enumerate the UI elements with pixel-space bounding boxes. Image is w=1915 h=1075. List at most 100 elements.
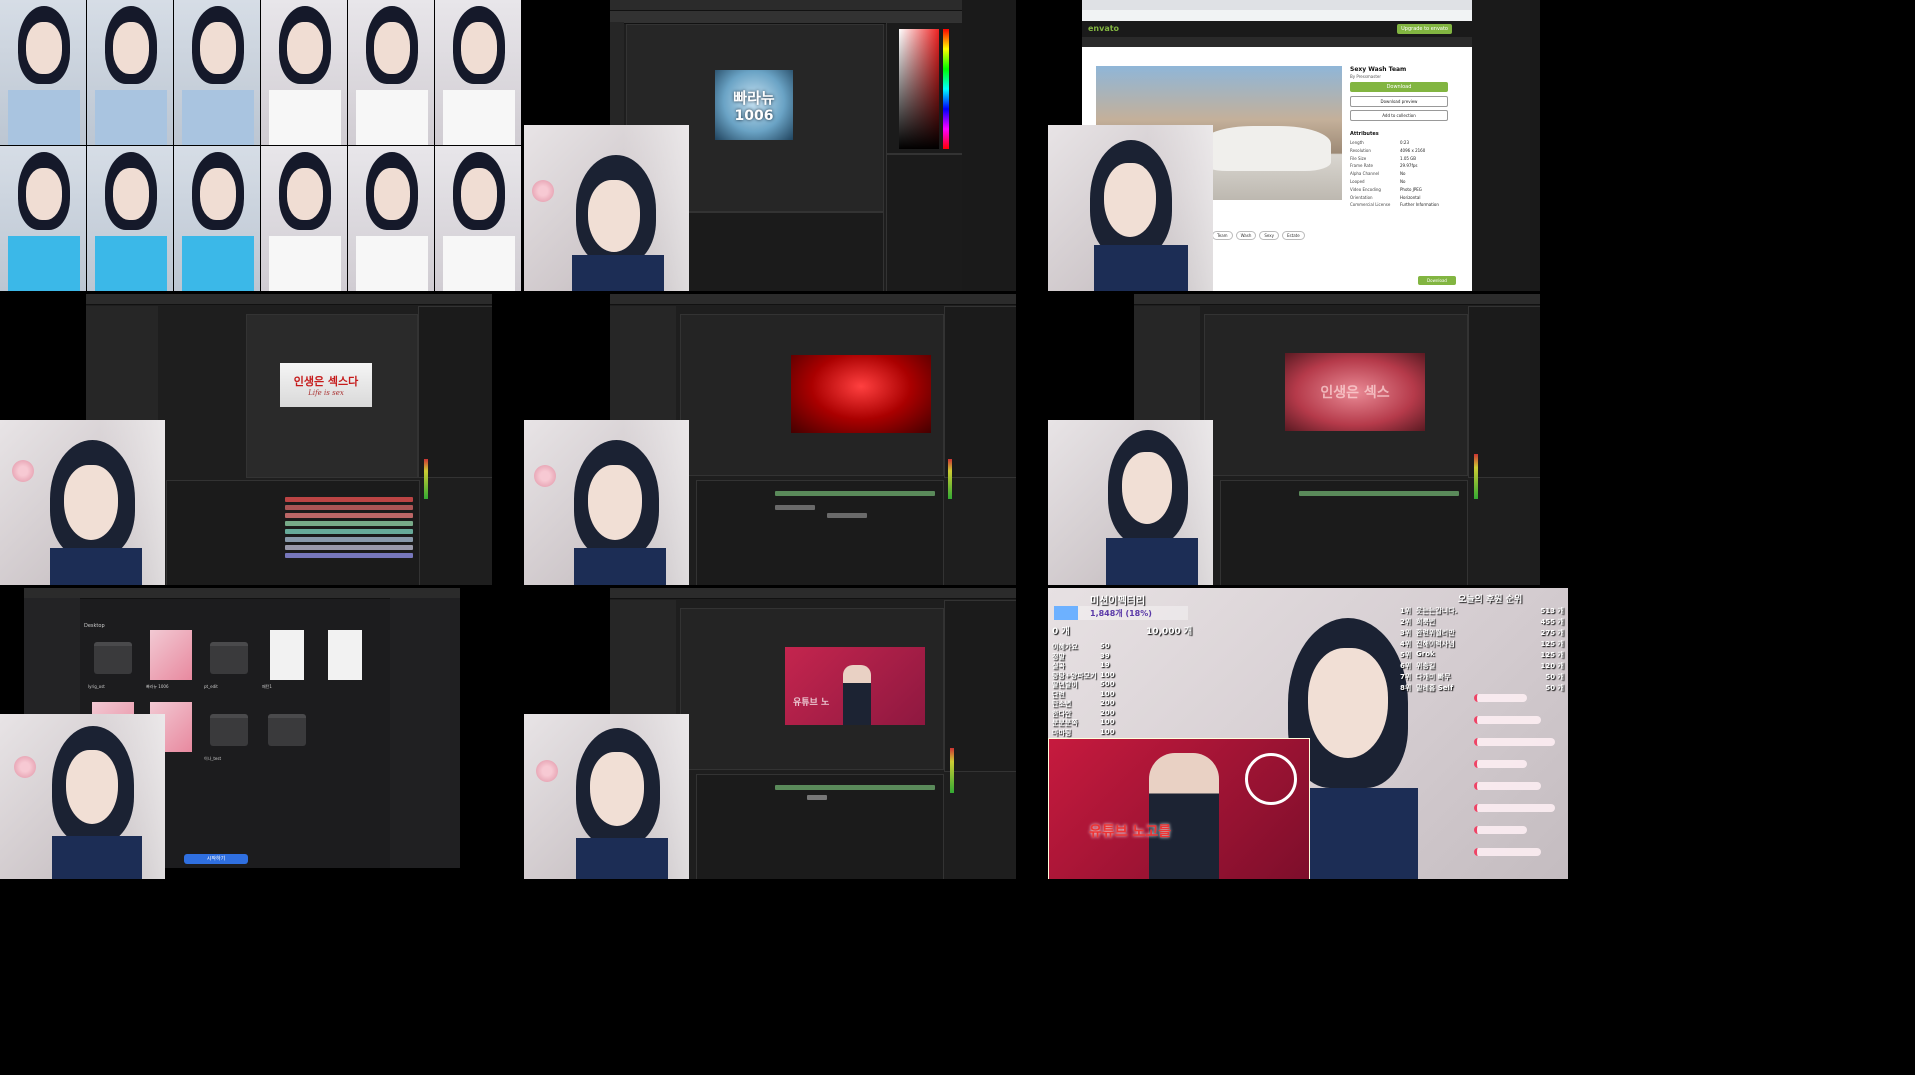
webcam-feed [0, 714, 165, 879]
chat-column [1474, 694, 1566, 874]
thumbnail-tile[interactable] [87, 146, 173, 291]
attribute-key: Commercial License [1350, 202, 1391, 208]
news-caption: 유튜브 노고를 [1089, 824, 1172, 840]
file-item[interactable]: lyrig_ost [86, 628, 140, 698]
info-panel[interactable] [390, 598, 460, 868]
bottom-download-button[interactable]: Download [1418, 276, 1456, 285]
comp-frame [791, 355, 931, 433]
browser-cell: envato Upgrade to envato Sexy Wash Team … [1048, 0, 1540, 291]
properties-panel[interactable] [418, 306, 492, 478]
thumbnail-tile[interactable] [87, 0, 173, 145]
mission-name: 마마팅 [1052, 728, 1072, 737]
tag-chip[interactable]: Team [1212, 231, 1233, 240]
right-panels [962, 0, 1016, 291]
envato-logo[interactable]: envato [1088, 24, 1119, 33]
hue-slider[interactable] [943, 29, 949, 149]
item-author[interactable]: By Pressmaster [1350, 74, 1381, 79]
menu-bar[interactable] [610, 588, 1016, 599]
timeline-panel[interactable] [166, 480, 420, 585]
add-to-collection-button[interactable]: Add to collection [1350, 110, 1448, 121]
upgrade-button[interactable]: Upgrade to envato [1397, 24, 1452, 34]
search-bar[interactable] [1082, 37, 1472, 47]
rank-row: 4위 진해이력사님 125 개 [1400, 639, 1566, 649]
thumbnail-tile[interactable] [0, 146, 86, 291]
color-field[interactable] [899, 29, 939, 149]
color-picker-panel[interactable] [886, 22, 962, 154]
file-item[interactable]: pt_edit [202, 628, 256, 698]
mission-header: 미션이펙터리 [1090, 596, 1146, 607]
rank-position: 4위 [1400, 640, 1412, 648]
comp-frame: 인생은 섹스 [1285, 353, 1425, 431]
composition-viewer[interactable]: 유튜브 노 [680, 608, 944, 770]
file-name: 빠라뉴 1006 [146, 684, 169, 689]
tag-chip[interactable]: Estate [1282, 231, 1305, 240]
thumbnail-tile[interactable] [348, 0, 434, 145]
properties-panel[interactable] [944, 306, 1016, 478]
thumbnail-tile[interactable] [348, 146, 434, 291]
mission-name: 탄소변 [1052, 700, 1072, 708]
webcam-feed [1048, 125, 1213, 291]
download-preview-button[interactable]: Download preview [1350, 96, 1448, 107]
file-item[interactable]: 이나_test [202, 700, 256, 770]
comp-title-text: 인생은 섹스다 [293, 375, 359, 388]
rank-name: 밀레홈 Self [1416, 684, 1453, 692]
thumbnail-tile[interactable] [435, 0, 521, 145]
file-item[interactable] [260, 700, 314, 770]
rank-value: 50 개 [1545, 673, 1564, 681]
mission-row: 실곡 19 [1052, 661, 1148, 671]
menu-bar[interactable] [610, 294, 1016, 305]
mission-value: 100 [1100, 718, 1115, 726]
rank-position: 3위 [1400, 629, 1412, 637]
mission-name: 단련 [1052, 690, 1065, 699]
thumbnail-tile[interactable] [0, 0, 86, 145]
timeline-panel[interactable] [1220, 480, 1468, 585]
rank-row: 6위 위층길 120 개 [1400, 661, 1566, 671]
footer-button[interactable]: 시작하기 [184, 854, 248, 864]
menu-bar[interactable] [610, 0, 962, 11]
broadcast-logo [1245, 753, 1297, 805]
rank-row: 8위 밀레홈 Self 50 개 [1400, 683, 1566, 693]
timeline-panel[interactable] [696, 774, 944, 879]
rank-name: 위층길 [1416, 662, 1436, 670]
attribute-key: Video Encoding [1350, 186, 1381, 192]
tag-chip[interactable]: Sexy [1259, 231, 1280, 240]
attribute-row: Looped No [1350, 179, 1450, 184]
canvas-title-text: 빠라뉴 [733, 88, 775, 107]
path-bar[interactable]: Desktop [84, 612, 384, 629]
timeline-panel[interactable] [696, 480, 944, 585]
comp-title-text: 인생은 섹스 [1320, 385, 1390, 401]
file-item[interactable]: 빠라뉴 1006 [144, 628, 198, 698]
properties-panel[interactable] [944, 600, 1016, 772]
speaker-figure [1149, 753, 1219, 879]
tab-bar[interactable] [1082, 0, 1472, 10]
properties-panel[interactable] [1468, 306, 1540, 478]
attribute-key: Alpha Channel [1350, 171, 1380, 177]
menu-bar[interactable] [1134, 294, 1540, 305]
mission-row: 딸년탈이 500 [1052, 680, 1148, 690]
rank-name: 다개미 빠무 [1416, 673, 1451, 681]
composition-viewer[interactable]: 인생은 섹스다 Life is sex [246, 314, 418, 478]
thumbnail-tile[interactable] [261, 146, 347, 291]
thumbnail-tile[interactable] [174, 146, 260, 291]
audio-meter [424, 459, 428, 499]
file-name: 이나_test [204, 756, 222, 761]
mission-value: 200 [1100, 699, 1115, 707]
rank-value: 120 개 [1540, 662, 1565, 670]
after-effects-cell-1: 인생은 섹스다 Life is sex [0, 294, 492, 585]
layers-panel[interactable] [886, 154, 962, 291]
composition-viewer[interactable]: 인생은 섹스 [1204, 314, 1468, 476]
attribute-key: Length [1350, 140, 1364, 145]
file-item[interactable] [318, 628, 372, 698]
composition-viewer[interactable] [680, 314, 944, 476]
progress-max: 10,000 개 [1146, 627, 1193, 637]
menu-bar[interactable] [86, 294, 492, 305]
thumbnail-tile[interactable] [174, 0, 260, 145]
thumbnail-grid-cell [0, 0, 521, 291]
thumbnail-tile[interactable] [435, 146, 521, 291]
thumbnail-tile[interactable] [261, 0, 347, 145]
file-item[interactable]: 패턴1 [260, 628, 314, 698]
mission-value: 100 [1100, 727, 1115, 736]
after-effects-cell-4: 유튜브 노 [524, 588, 1016, 879]
tag-chip[interactable]: Wash [1235, 231, 1257, 240]
download-button[interactable]: Download [1350, 82, 1448, 92]
